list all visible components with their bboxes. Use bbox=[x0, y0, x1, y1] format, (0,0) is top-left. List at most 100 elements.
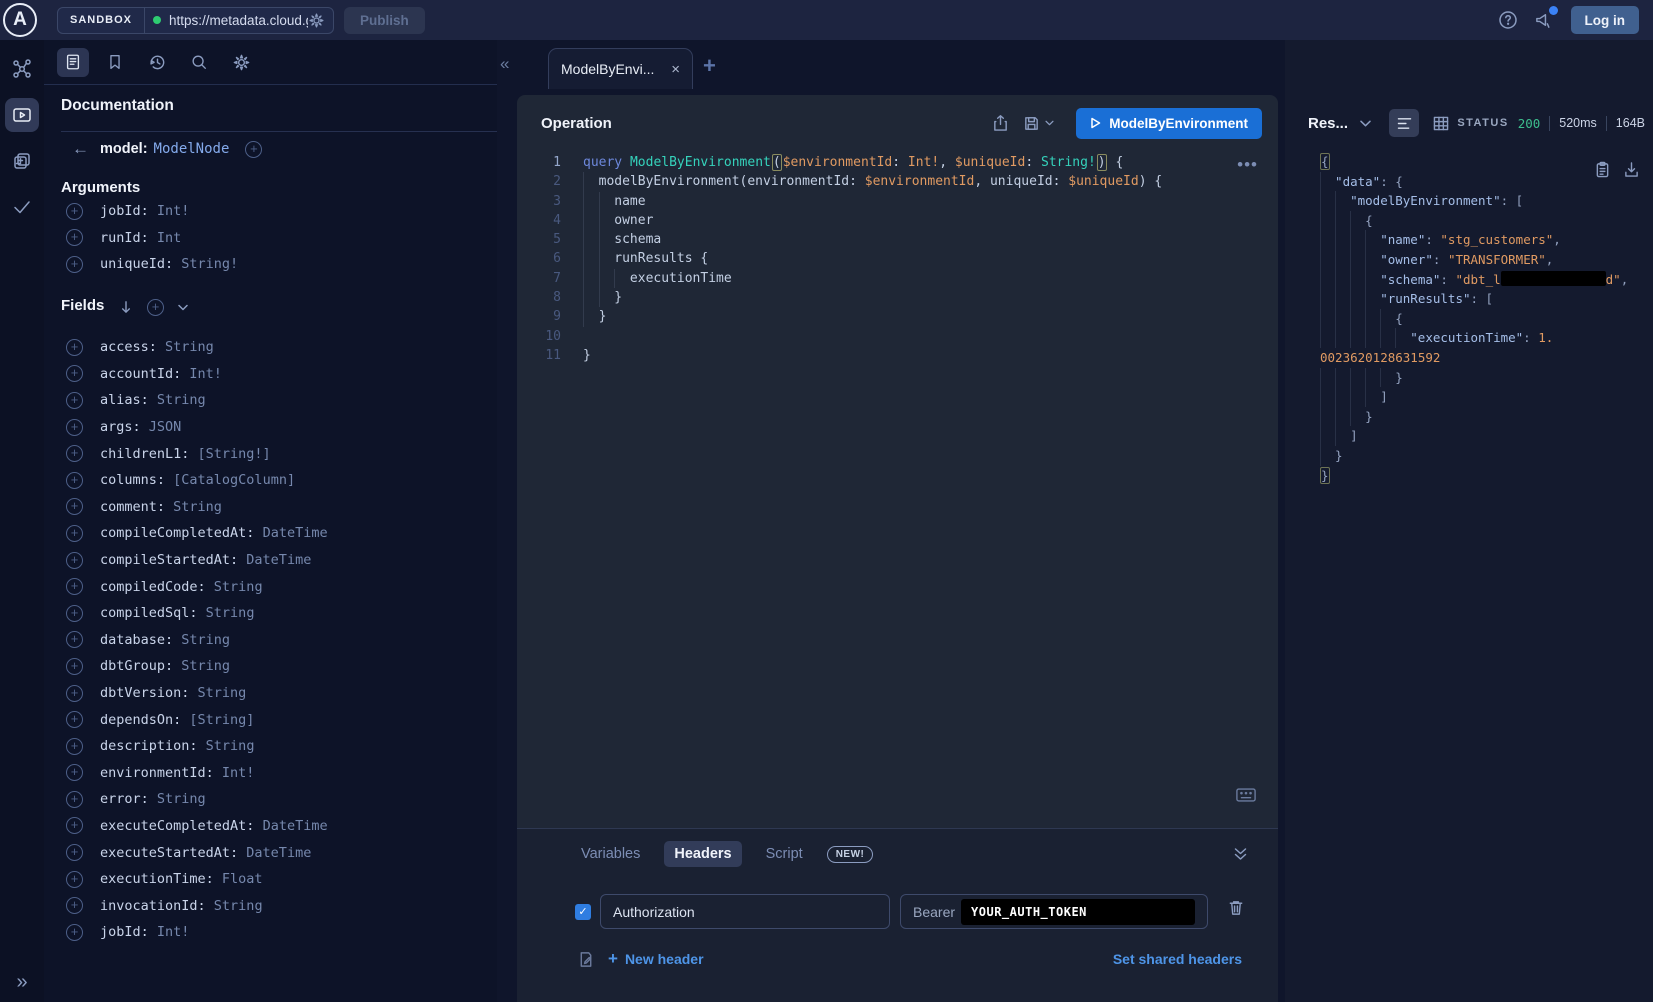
delete-header-icon[interactable] bbox=[1228, 899, 1244, 916]
field-row[interactable]: +comment: String bbox=[44, 494, 497, 521]
field-row[interactable]: +childrenL1: [String!] bbox=[44, 440, 497, 467]
search-icon[interactable] bbox=[183, 48, 215, 77]
back-arrow-icon[interactable]: ← bbox=[72, 139, 100, 159]
sort-fields-icon[interactable] bbox=[119, 300, 133, 315]
add-field-icon[interactable]: + bbox=[66, 791, 83, 808]
add-all-fields-icon[interactable]: + bbox=[147, 299, 164, 316]
field-row[interactable]: +dependsOn: [String] bbox=[44, 706, 497, 733]
announcements-icon[interactable] bbox=[1534, 10, 1555, 30]
settings-gear-icon[interactable] bbox=[225, 48, 257, 77]
argument-row[interactable]: +uniqueId: String! bbox=[44, 251, 497, 278]
add-field-icon[interactable]: + bbox=[66, 392, 83, 409]
add-field-icon[interactable]: + bbox=[66, 817, 83, 834]
field-row[interactable]: +columns: [CatalogColumn] bbox=[44, 467, 497, 494]
sandbox-badge[interactable]: SANDBOX bbox=[58, 8, 145, 33]
keyboard-shortcuts-icon[interactable] bbox=[1236, 788, 1256, 802]
apollo-logo[interactable]: A bbox=[3, 3, 37, 37]
expand-rail-icon[interactable]: » bbox=[16, 971, 27, 994]
add-field-icon[interactable]: + bbox=[66, 924, 83, 941]
field-row[interactable]: +jobId: Int! bbox=[44, 919, 497, 946]
collapse-panel-icon[interactable] bbox=[1233, 847, 1248, 861]
add-field-icon[interactable]: + bbox=[66, 605, 83, 622]
close-tab-icon[interactable]: × bbox=[671, 61, 680, 78]
tab-headers[interactable]: Headers bbox=[664, 841, 741, 867]
new-header-button[interactable]: + New header bbox=[608, 949, 704, 969]
field-row[interactable]: +compiledCode: String bbox=[44, 573, 497, 600]
field-row[interactable]: +args: JSON bbox=[44, 414, 497, 441]
header-key-input[interactable]: Authorization bbox=[600, 894, 890, 929]
tab-variables[interactable]: Variables bbox=[571, 841, 650, 867]
fields-options-chevron-icon[interactable] bbox=[178, 304, 188, 311]
help-icon[interactable] bbox=[1498, 10, 1518, 30]
add-field-icon[interactable]: + bbox=[66, 203, 83, 220]
field-row[interactable]: +dbtGroup: String bbox=[44, 653, 497, 680]
add-field-icon[interactable]: + bbox=[66, 445, 83, 462]
raw-view-toggle-icon[interactable] bbox=[1389, 109, 1419, 137]
saved-operations-bookmark-icon[interactable] bbox=[99, 48, 131, 77]
table-view-toggle-icon[interactable] bbox=[1427, 109, 1455, 137]
documentation-tab-icon[interactable] bbox=[57, 48, 89, 77]
header-enabled-checkbox[interactable]: ✓ bbox=[575, 904, 591, 920]
add-field-icon[interactable]: + bbox=[66, 578, 83, 595]
add-field-icon[interactable]: + bbox=[66, 552, 83, 569]
field-row[interactable]: +description: String bbox=[44, 733, 497, 760]
add-field-icon[interactable]: + bbox=[66, 525, 83, 542]
graphql-editor[interactable]: 1query ModelByEnvironment($environmentId… bbox=[517, 153, 1278, 365]
field-row[interactable]: +compileStartedAt: DateTime bbox=[44, 547, 497, 574]
field-row[interactable]: +compiledSql: String bbox=[44, 600, 497, 627]
add-field-icon[interactable]: + bbox=[66, 844, 83, 861]
endpoint-settings-gear-icon[interactable] bbox=[308, 12, 325, 29]
share-operation-icon[interactable] bbox=[992, 114, 1009, 132]
breadcrumb-type-link[interactable]: ModelNode bbox=[154, 141, 230, 157]
add-field-icon[interactable]: + bbox=[66, 365, 83, 382]
login-button[interactable]: Log in bbox=[1571, 6, 1640, 34]
add-field-icon[interactable]: + bbox=[66, 897, 83, 914]
auth-token-redacted-box[interactable]: YOUR_AUTH_TOKEN bbox=[961, 899, 1195, 925]
add-field-icon[interactable]: + bbox=[66, 256, 83, 273]
field-row[interactable]: +error: String bbox=[44, 786, 497, 813]
add-field-icon[interactable]: + bbox=[66, 658, 83, 675]
field-row[interactable]: +executeStartedAt: DateTime bbox=[44, 839, 497, 866]
field-row[interactable]: +executionTime: Float bbox=[44, 866, 497, 893]
field-row[interactable]: +executeCompletedAt: DateTime bbox=[44, 813, 497, 840]
add-field-icon[interactable]: + bbox=[66, 711, 83, 728]
set-shared-headers-link[interactable]: Set shared headers bbox=[1113, 951, 1242, 967]
field-row[interactable]: +accountId: Int! bbox=[44, 361, 497, 388]
response-title[interactable]: Res... bbox=[1308, 115, 1348, 132]
tab-script[interactable]: Script bbox=[756, 841, 813, 867]
publish-button[interactable]: Publish bbox=[344, 7, 425, 34]
add-field-icon[interactable]: + bbox=[66, 229, 83, 246]
add-field-icon[interactable]: + bbox=[66, 498, 83, 515]
new-tab-button[interactable]: + bbox=[703, 53, 716, 79]
changelog-icon[interactable] bbox=[5, 144, 39, 178]
explorer-icon[interactable] bbox=[5, 98, 39, 132]
endpoint-url-input[interactable]: https://metadata.cloud.get bbox=[169, 13, 308, 28]
add-field-icon[interactable]: + bbox=[66, 738, 83, 755]
field-row[interactable]: +compileCompletedAt: DateTime bbox=[44, 520, 497, 547]
field-row[interactable]: +database: String bbox=[44, 627, 497, 654]
argument-row[interactable]: +runId: Int bbox=[44, 225, 497, 252]
add-field-icon[interactable]: + bbox=[66, 871, 83, 888]
add-model-field-icon[interactable]: + bbox=[245, 141, 262, 158]
checks-icon[interactable] bbox=[5, 190, 39, 224]
field-row[interactable]: +alias: String bbox=[44, 387, 497, 414]
add-field-icon[interactable]: + bbox=[66, 472, 83, 489]
add-field-icon[interactable]: + bbox=[66, 764, 83, 781]
save-operation-icon[interactable] bbox=[1023, 115, 1054, 132]
field-row[interactable]: +environmentId: Int! bbox=[44, 760, 497, 787]
add-field-icon[interactable]: + bbox=[66, 339, 83, 356]
response-dropdown-chevron-icon[interactable] bbox=[1360, 120, 1371, 127]
history-icon[interactable] bbox=[141, 48, 173, 77]
argument-row[interactable]: +jobId: Int! bbox=[44, 198, 497, 225]
field-row[interactable]: +dbtVersion: String bbox=[44, 680, 497, 707]
field-row[interactable]: +invocationId: String bbox=[44, 892, 497, 919]
edit-as-document-icon[interactable] bbox=[578, 951, 594, 968]
add-field-icon[interactable]: + bbox=[66, 631, 83, 648]
add-field-icon[interactable]: + bbox=[66, 419, 83, 436]
header-value-input[interactable]: Bearer YOUR_AUTH_TOKEN bbox=[900, 894, 1208, 929]
field-row[interactable]: +access: String bbox=[44, 334, 497, 361]
operation-tab[interactable]: ModelByEnvi... × bbox=[548, 48, 693, 89]
collapse-docs-icon[interactable]: « bbox=[500, 54, 509, 74]
add-field-icon[interactable]: + bbox=[66, 685, 83, 702]
schema-graph-icon[interactable] bbox=[5, 52, 39, 86]
